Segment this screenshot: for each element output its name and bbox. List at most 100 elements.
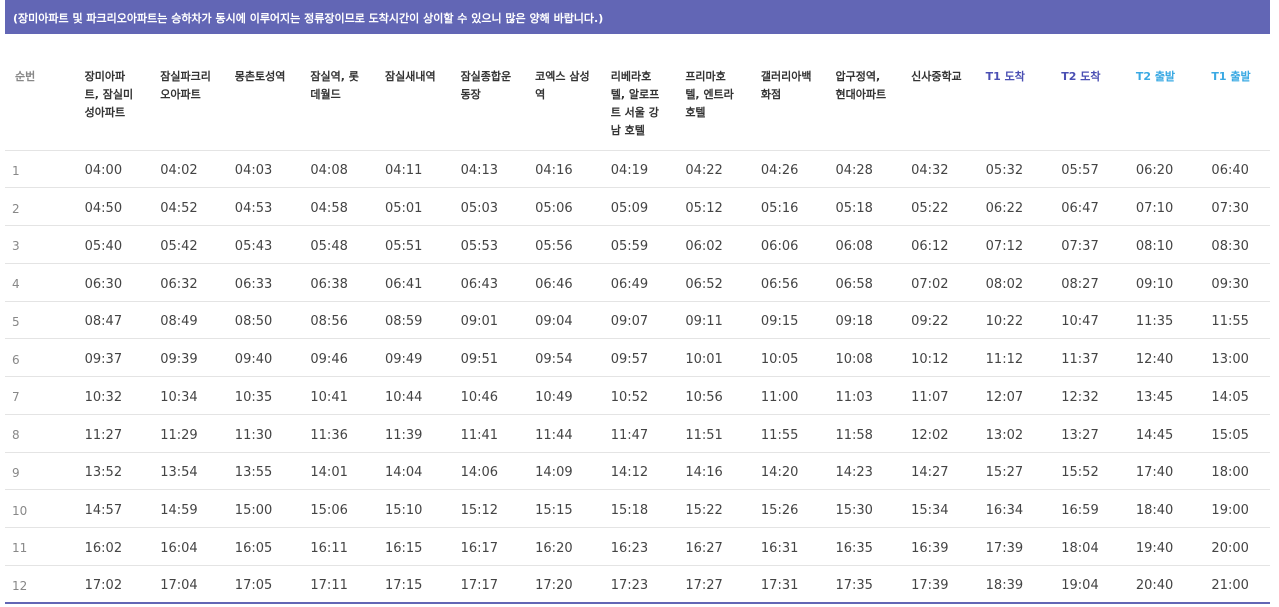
- time-cell: 21:00: [1211, 564, 1270, 604]
- table-row: 9 13:52 13:54 13:55 14:01 14:04 14:06 14:09 14:1…: [5, 451, 1270, 490]
- time-cell: 11:07: [911, 376, 986, 415]
- time-cell: 05:56: [535, 225, 611, 264]
- time-cell: 14:12: [610, 451, 686, 490]
- time-cell: 13:00: [1211, 338, 1270, 377]
- time-cell: 06:32: [160, 262, 235, 301]
- time-cell: 04:28: [835, 149, 912, 188]
- time-cell: 13:45: [1135, 376, 1212, 415]
- row-index: 1: [5, 149, 85, 188]
- time-cell: 10:47: [1061, 300, 1136, 339]
- time-cell: 15:15: [535, 489, 611, 528]
- time-cell: 10:05: [760, 338, 836, 377]
- time-cell: 16:31: [760, 527, 836, 566]
- time-cell: 08:30: [1211, 225, 1270, 264]
- col-header-stop: 리베라호 텔, 알로프 트 서울 강 남 호텔: [610, 70, 660, 137]
- time-cell: 15:34: [911, 489, 986, 528]
- time-cell: 12:02: [911, 413, 986, 452]
- time-cell: 09:11: [685, 300, 761, 339]
- time-cell: 05:57: [1061, 149, 1136, 188]
- time-cell: 17:31: [760, 564, 836, 604]
- time-cell: 17:39: [911, 564, 986, 604]
- time-cell: 10:52: [610, 376, 686, 415]
- table-row: 2 04:50 04:52 04:53 04:58 05:01 05:03 05:06 05:0…: [5, 187, 1270, 226]
- col-header-t1-arrival: T1 도착: [985, 70, 1025, 83]
- time-cell: 05:09: [610, 187, 686, 226]
- time-cell: 10:35: [234, 376, 311, 415]
- time-cell: 08:02: [985, 262, 1062, 301]
- time-cell: 07:12: [985, 225, 1062, 264]
- bus-timetable: 순번 장미아파 트, 잠실미 성아파트 잠실파크리 오아파트 몽촌토성역 잠실역…: [5, 34, 1270, 604]
- time-cell: 08:56: [310, 300, 385, 339]
- table-row: 8 11:27 11:29 11:30 11:36 11:39 11:41 11:44 11:4…: [5, 413, 1270, 452]
- time-cell: 04:13: [460, 149, 536, 188]
- time-cell: 10:01: [685, 338, 761, 377]
- time-cell: 17:39: [985, 527, 1062, 566]
- time-cell: 15:12: [460, 489, 536, 528]
- time-cell: 11:41: [460, 413, 536, 452]
- time-cell: 16:15: [384, 527, 461, 566]
- time-cell: 13:55: [234, 451, 311, 490]
- time-cell: 06:30: [84, 262, 161, 301]
- header-row: 순번 장미아파 트, 잠실미 성아파트 잠실파크리 오아파트 몽촌토성역 잠실역…: [5, 34, 1270, 150]
- time-cell: 05:48: [310, 225, 385, 264]
- table-row: 5 08:47 08:49 08:50 08:56 08:59 09:01 09:04 09:0…: [5, 300, 1270, 339]
- time-cell: 06:33: [234, 262, 311, 301]
- time-cell: 08:50: [234, 300, 311, 339]
- time-cell: 05:51: [384, 225, 461, 264]
- timetable-body: 1 04:00 04:02 04:03 04:08 04:11 04:13 04:16 04:1…: [5, 149, 1270, 604]
- time-cell: 14:45: [1135, 413, 1212, 452]
- col-header-stop: 프리마호 텔, 엔트라 호텔: [685, 70, 734, 119]
- time-cell: 09:04: [535, 300, 611, 339]
- time-cell: 16:23: [610, 527, 686, 566]
- col-header-stop: 장미아파 트, 잠실미 성아파트: [84, 70, 134, 119]
- time-cell: 12:32: [1061, 376, 1136, 415]
- time-cell: 17:23: [610, 564, 686, 604]
- time-cell: 05:42: [160, 225, 235, 264]
- time-cell: 11:00: [760, 376, 836, 415]
- time-cell: 06:41: [384, 262, 461, 301]
- col-header-t2-arrival: T2 도착: [1061, 70, 1101, 83]
- time-cell: 06:22: [985, 187, 1062, 226]
- table-row: 12 17:02 17:04 17:05 17:11 17:15 17:17 17:20 17:…: [5, 564, 1270, 604]
- time-cell: 09:51: [460, 338, 536, 377]
- time-cell: 06:49: [610, 262, 686, 301]
- time-cell: 11:58: [835, 413, 912, 452]
- time-cell: 04:11: [384, 149, 461, 188]
- time-cell: 15:22: [685, 489, 761, 528]
- time-cell: 11:12: [985, 338, 1062, 377]
- time-cell: 06:56: [760, 262, 836, 301]
- time-cell: 14:23: [835, 451, 912, 490]
- time-cell: 14:01: [310, 451, 385, 490]
- time-cell: 09:46: [310, 338, 385, 377]
- time-cell: 11:39: [384, 413, 461, 452]
- notice-banner: (장미아파트 및 파크리오아파트는 승하차가 동시에 이루어지는 정류장이므로 …: [5, 0, 1270, 34]
- time-cell: 10:34: [160, 376, 235, 415]
- time-cell: 10:12: [911, 338, 986, 377]
- time-cell: 04:53: [234, 187, 311, 226]
- time-cell: 09:07: [610, 300, 686, 339]
- row-index: 7: [5, 376, 85, 415]
- time-cell: 04:16: [535, 149, 611, 188]
- time-cell: 17:05: [234, 564, 311, 604]
- time-cell: 10:56: [685, 376, 761, 415]
- time-cell: 05:43: [234, 225, 311, 264]
- time-cell: 05:18: [835, 187, 912, 226]
- time-cell: 17:02: [84, 564, 161, 604]
- time-cell: 10:49: [535, 376, 611, 415]
- time-cell: 14:59: [160, 489, 235, 528]
- time-cell: 07:30: [1211, 187, 1270, 226]
- time-cell: 10:22: [985, 300, 1062, 339]
- time-cell: 15:06: [310, 489, 385, 528]
- time-cell: 06:02: [685, 225, 761, 264]
- time-cell: 11:36: [310, 413, 385, 452]
- time-cell: 16:05: [234, 527, 311, 566]
- time-cell: 12:07: [985, 376, 1062, 415]
- time-cell: 11:44: [535, 413, 611, 452]
- time-cell: 04:19: [610, 149, 686, 188]
- time-cell: 13:27: [1061, 413, 1136, 452]
- time-cell: 08:47: [84, 300, 161, 339]
- time-cell: 06:20: [1135, 149, 1212, 188]
- time-cell: 11:51: [685, 413, 761, 452]
- time-cell: 11:03: [835, 376, 912, 415]
- time-cell: 06:58: [835, 262, 912, 301]
